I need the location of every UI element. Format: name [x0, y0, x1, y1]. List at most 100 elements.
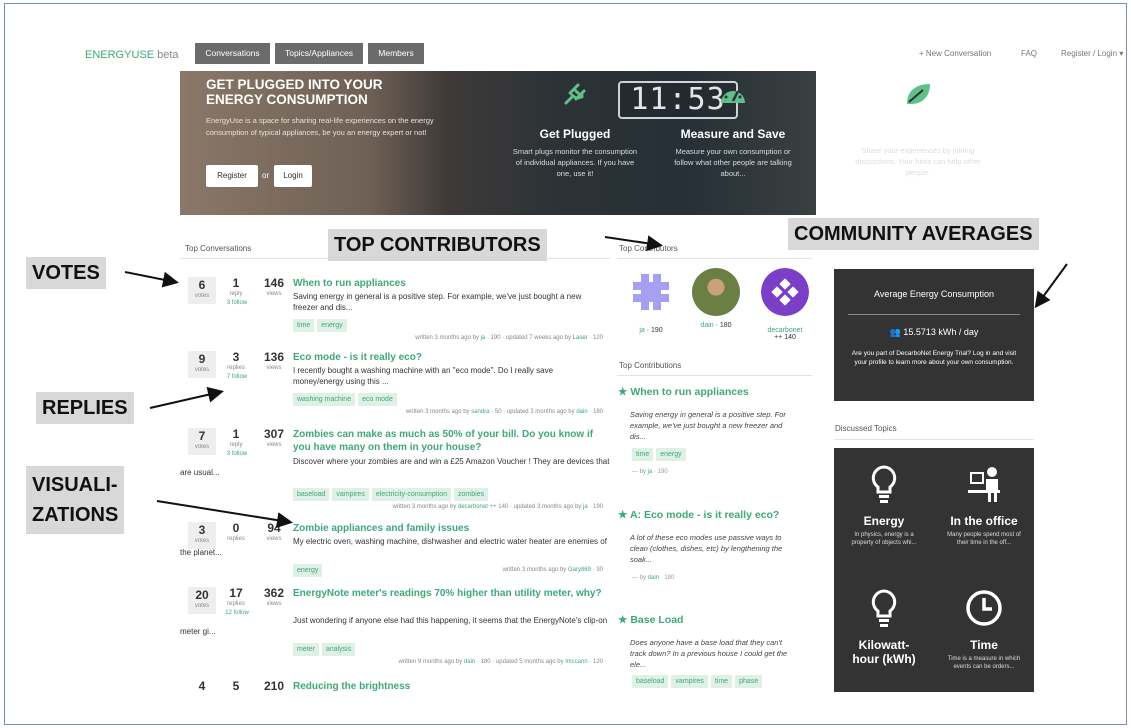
contribution-title-link[interactable]: ★ When to run appliances — [618, 386, 798, 399]
view-count: 362 views — [260, 587, 288, 608]
meta-text: ++ 140 · updated 3 months ago by — [487, 504, 583, 510]
contribution-text: A lot of these eco modes use passive way… — [630, 533, 783, 564]
vote-count[interactable]: 9 votes — [188, 351, 216, 378]
reply-count: 5 — [222, 680, 250, 693]
contribution-byline: — by dain · 180 — [618, 575, 798, 581]
tag[interactable]: washing machine — [293, 393, 356, 406]
tag[interactable]: time — [710, 675, 733, 688]
plug-icon — [564, 83, 586, 105]
vote-label: votes — [194, 603, 210, 609]
contributor-link[interactable]: dain — [700, 322, 713, 329]
chevron-down-icon: ▾ — [1119, 49, 1124, 58]
tag[interactable]: energy — [656, 448, 686, 461]
conversation-title-link[interactable]: Eco mode - is it really eco? — [293, 351, 613, 364]
contribution-title: A: Eco mode - is it really eco? — [629, 509, 780, 521]
conversation-title-link[interactable]: EnergyNote meter's readings 70% higher t… — [293, 587, 613, 600]
tag[interactable]: vampires — [332, 488, 369, 501]
topic-in-the-office[interactable]: In the office Many people spend most of … — [934, 464, 1034, 547]
meta-text: · 50 · updated 3 months ago by — [489, 409, 577, 415]
conversation-title-link[interactable]: Zombies can make as much as 50% of your … — [293, 428, 613, 454]
view-number: 362 — [263, 586, 285, 600]
updater-link[interactable]: dain — [576, 409, 587, 415]
contribution-item: ★ Base Load Does anyone have a base load… — [618, 614, 798, 688]
tag[interactable]: meter — [293, 643, 319, 656]
tag[interactable]: analysis — [321, 643, 356, 656]
reply-label: reply — [229, 442, 243, 448]
contributor-name: dain · 180 — [688, 322, 744, 329]
updater-link[interactable]: lmccann — [565, 659, 587, 665]
tag[interactable]: electricity-consumption — [371, 488, 452, 501]
conversation-title-link[interactable]: Zombie appliances and family issues — [293, 522, 613, 535]
discussed-topics-panel: Energy In physics, energy is a property … — [834, 448, 1034, 692]
tag-list: washing machine eco mode — [293, 393, 397, 406]
view-count: 136 views — [260, 351, 288, 372]
contribution-title-link[interactable]: ★ Base Load — [618, 614, 798, 627]
tag[interactable]: eco mode — [358, 393, 397, 406]
brand-logo[interactable]: ENERGYUSE beta — [85, 49, 179, 61]
updater-link[interactable]: Laser — [573, 335, 588, 341]
topic-kilowatt-hour[interactable]: Kilowatt-hour (kWh) — [834, 588, 934, 666]
tag[interactable]: zombies — [454, 488, 489, 501]
conversation-excerpt: Discover where your zombies are and win … — [180, 457, 610, 477]
contributor-rep: · 190 — [644, 327, 663, 334]
arrow — [124, 271, 179, 288]
meta-text: written 3 months ago by — [415, 335, 481, 341]
author-link[interactable]: sandra — [471, 409, 489, 415]
new-conversation-link[interactable]: + New Conversation — [919, 49, 991, 58]
conversation-excerpt: I recently bought a washing machine with… — [293, 366, 554, 386]
contributor-name[interactable]: decarbonet — [757, 327, 813, 334]
author-link[interactable]: decarbonet — [458, 504, 488, 510]
tag[interactable]: baseload — [632, 675, 669, 688]
feature-title: Measure and Save — [680, 127, 786, 141]
conversation-title-link[interactable]: Reducing the brightness — [293, 680, 613, 693]
conversation-title-link[interactable]: When to run appliances — [293, 277, 613, 290]
topic-name: Kilowatt-hour (kWh) — [852, 638, 916, 666]
vote-number: 4 — [198, 679, 206, 693]
view-label: views — [266, 291, 282, 297]
view-label: views — [266, 442, 282, 448]
topic-name: Time — [970, 638, 998, 652]
tag[interactable]: time — [632, 448, 654, 461]
meta-text: written 3 months ago by — [405, 409, 472, 415]
average-value: 👥 15.5713 kWh / day — [834, 327, 1034, 338]
author-link[interactable]: Gary869 — [568, 567, 591, 573]
byline-author-link[interactable]: dain — [648, 575, 659, 581]
vote-count[interactable]: 7 votes — [188, 428, 216, 455]
average-title: Average Energy Consumption — [874, 289, 994, 299]
follow-count[interactable]: 3 follow — [222, 300, 252, 306]
register-login-link[interactable]: Register / Login ▾ — [1061, 49, 1123, 58]
contributor[interactable]: dain · 180 — [688, 268, 744, 329]
leaf-icon — [907, 84, 930, 104]
byline-prefix: — by — [632, 469, 648, 475]
vote-count[interactable]: 6 votes — [188, 277, 216, 304]
faq-link[interactable]: FAQ — [1021, 49, 1037, 58]
annotation-top-contributors: TOP CONTRIBUTORS — [328, 229, 547, 261]
topic-energy[interactable]: Energy In physics, energy is a property … — [834, 464, 934, 547]
tag[interactable]: energy — [317, 319, 347, 332]
view-count: 210 — [260, 680, 288, 693]
follow-count[interactable]: 7 follow — [222, 374, 252, 380]
topic-desc: Time is a measure in which events can be… — [947, 656, 1021, 670]
feature-desc: Smart plugs monitor the consumption of i… — [512, 147, 638, 178]
tag[interactable]: phase — [735, 675, 763, 688]
hero-login-button[interactable]: Login — [274, 165, 312, 187]
contributor[interactable]: ja · 190 — [623, 268, 679, 334]
tag[interactable]: time — [293, 319, 315, 332]
arrow — [149, 386, 224, 409]
tab-topics-appliances[interactable]: Topics/Appliances — [275, 43, 363, 64]
contributor-rep: ++ 140 — [774, 334, 796, 341]
tab-conversations[interactable]: Conversations — [195, 43, 270, 64]
view-label: views — [266, 365, 282, 371]
tag[interactable]: vampires — [671, 675, 708, 688]
contribution-title-link[interactable]: ★ A: Eco mode - is it really eco? — [618, 509, 798, 522]
contributor[interactable]: decarbonet ++ 140 — [757, 268, 813, 341]
tag-list: meter analysis — [293, 643, 356, 656]
vote-count[interactable]: 4 — [188, 680, 216, 693]
author-link[interactable]: dain — [464, 659, 475, 665]
annotation-replies: REPLIES — [36, 392, 134, 424]
tag[interactable]: baseload — [293, 488, 330, 501]
topic-time[interactable]: Time Time is a measure in which events c… — [934, 588, 1034, 671]
hero-register-button[interactable]: Register — [206, 165, 258, 187]
vote-count[interactable]: 20 votes — [188, 587, 216, 614]
tab-members[interactable]: Members — [368, 43, 424, 64]
